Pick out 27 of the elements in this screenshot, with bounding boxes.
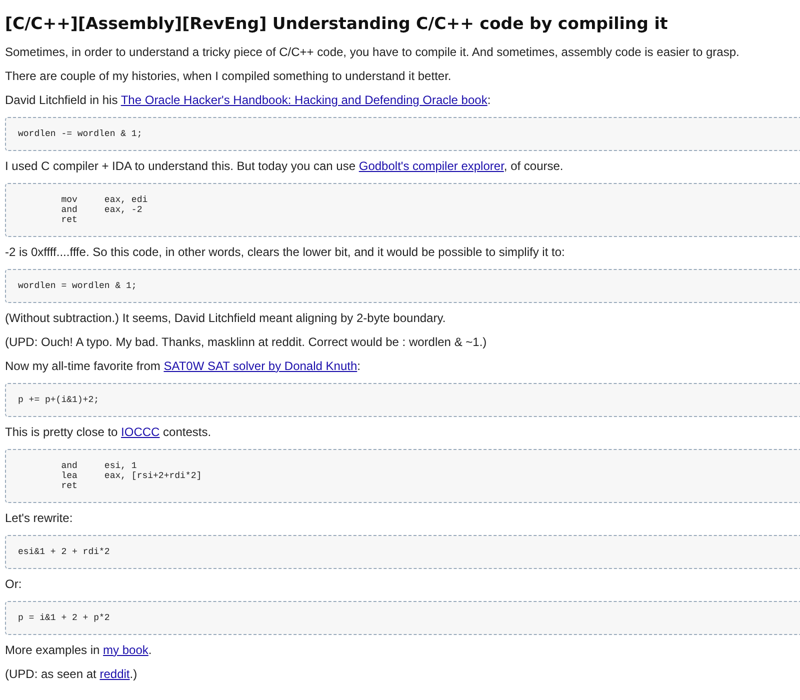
paragraph: (UPD: as seen at reddit.) xyxy=(5,666,138,681)
text-link[interactable]: Godbolt's compiler explorer xyxy=(358,158,504,173)
text-link[interactable]: reddit xyxy=(100,666,130,681)
paragraph: (UPD: Ouch! A typo. My bad. Thanks, masklinn at reddit. Correct would be : wordlen & ~1.) xyxy=(5,334,488,349)
code-block: esi&1 + 2 + rdi*2 xyxy=(5,534,800,569)
code-block: and esi, 1 lea eax, [rsi+2+rdi*2] ret xyxy=(5,448,800,503)
text-link[interactable]: my book xyxy=(103,642,148,657)
code-block: p += p+(i&1)+2; xyxy=(5,382,800,417)
paragraph: I used C compiler + IDA to understand this. But today you can use Godbolt's compiler explorer, of course. xyxy=(5,158,564,173)
article-title: [C/C++][Assembly][RevEng] Understanding C/C++ code by compiling it xyxy=(5,14,669,34)
paragraph: David Litchfield in his The Oracle Hacker's Handbook: Hacking and Defending Oracle book: xyxy=(5,92,492,107)
paragraph: More examples in my book. xyxy=(5,642,153,657)
paragraph: There are couple of my histories, when I compiled something to understand it better. xyxy=(5,68,452,83)
paragraph: Now my all-time favorite from SAT0W SAT solver by Donald Knuth: xyxy=(5,358,362,373)
code-block: wordlen -= wordlen & 1; xyxy=(5,116,800,151)
text-link[interactable]: IOCCC xyxy=(121,424,160,439)
text-link[interactable]: The Oracle Hacker's Handbook: Hacking and Defending Oracle book xyxy=(120,92,488,107)
text-link[interactable]: SAT0W SAT solver by Donald Knuth xyxy=(164,358,358,373)
paragraph: Or: xyxy=(5,576,23,591)
paragraph: -2 is 0xffff....fffe. So this code, in other words, clears the lower bit, and it would be possible to simplify it to: xyxy=(5,244,566,259)
paragraph: Let's rewrite: xyxy=(5,510,74,525)
paragraph: This is pretty close to IOCCC contests. xyxy=(5,424,212,439)
code-block: p = i&1 + 2 + p*2 xyxy=(5,600,800,635)
paragraph: (Without subtraction.) It seems, David Litchfield meant aligning by 2-byte boundary. xyxy=(5,310,447,325)
paragraph: Sometimes, in order to understand a tricky piece of C/C++ code, you have to compile it. And sometimes, assembly code is easier to grasp. xyxy=(5,44,740,59)
code-block: mov eax, edi and eax, -2 ret xyxy=(5,182,800,237)
code-block: wordlen = wordlen & 1; xyxy=(5,268,800,303)
